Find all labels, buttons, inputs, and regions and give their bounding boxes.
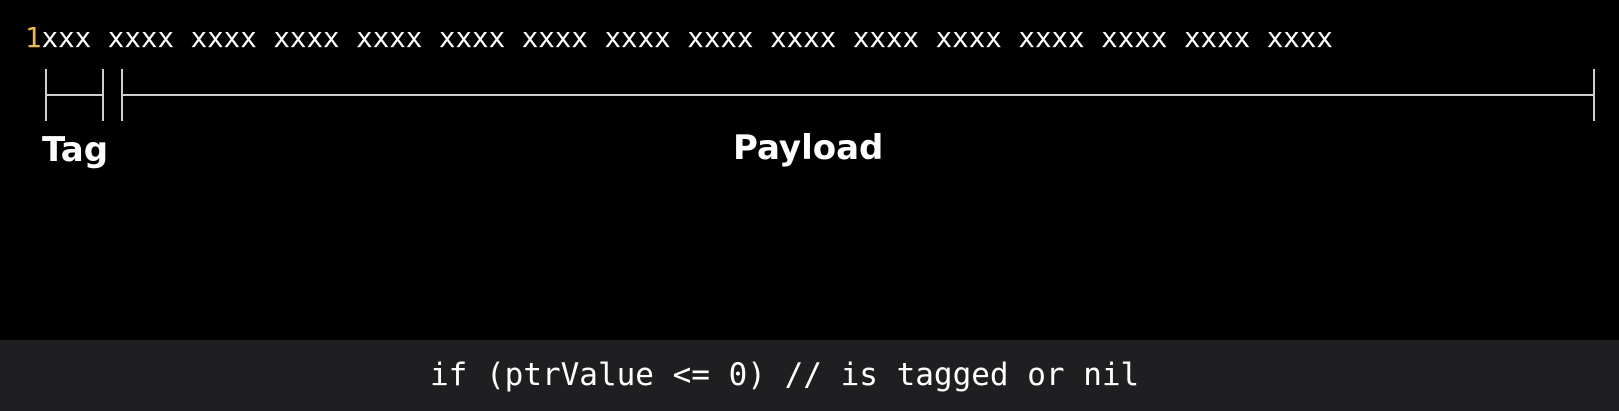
- tagged-pointer-diagram: 1xxx xxxx xxxx xxxx xxxx xxxx xxxx xxxx …: [0, 0, 1619, 340]
- payload-label: Payload: [733, 128, 884, 168]
- payload-bracket: [121, 69, 1595, 121]
- tag-bracket: [45, 69, 104, 121]
- code-caption-bar: if (ptrValue <= 0) // is tagged or nil: [0, 340, 1619, 411]
- tag-label: Tag: [42, 130, 109, 170]
- code-line: if (ptrValue <= 0) // is tagged or nil: [430, 357, 1140, 393]
